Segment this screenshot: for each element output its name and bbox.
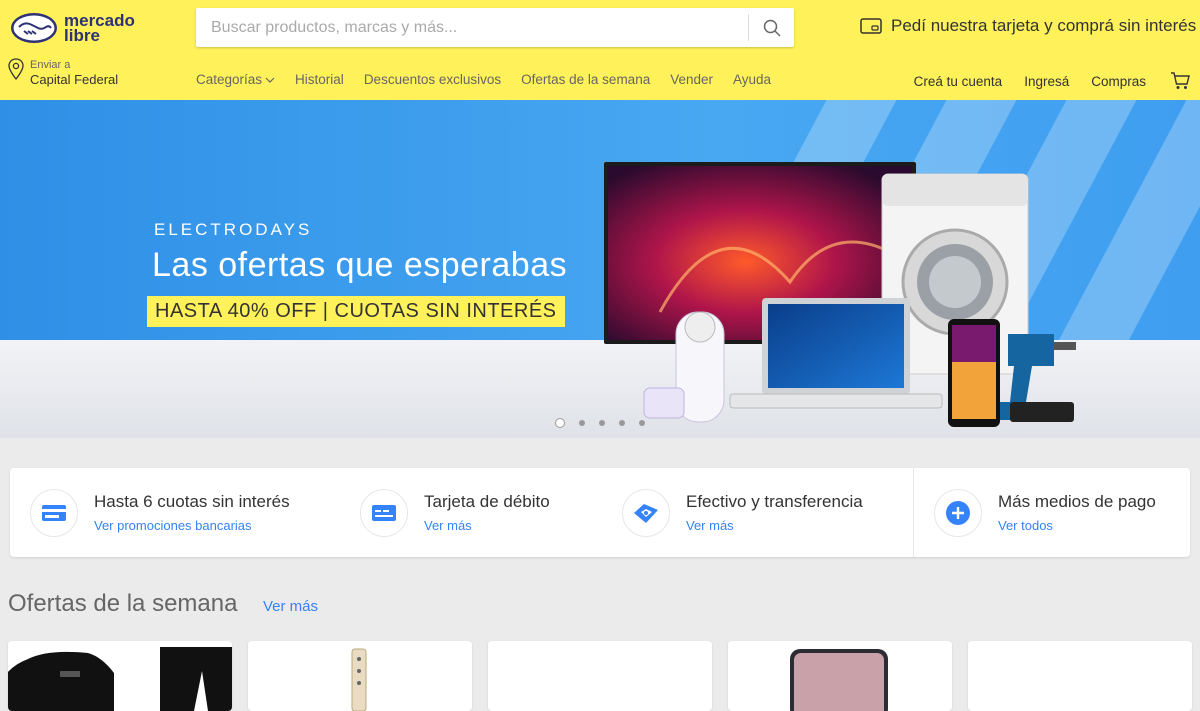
nav-weekly-offers[interactable]: Ofertas de la semana [521,72,650,87]
product-image [8,647,232,711]
product-image [790,649,888,711]
credit-card-icon [30,488,78,537]
location-label: Enviar a [30,59,71,71]
carousel-dots [555,418,659,428]
logo-line2: libre [64,26,100,45]
nav-categories[interactable]: Categorías [196,72,275,87]
product-card[interactable] [8,641,232,711]
shipping-location[interactable]: Enviar a Capital Federal [8,58,118,87]
nav-sell[interactable]: Vender [670,72,713,87]
product-card[interactable] [248,641,472,711]
payment-title: Tarjeta de débito [424,492,550,511]
payment-link[interactable]: Ver más [686,518,863,533]
payment-methods-bar: Hasta 6 cuotas sin interés Ver promocion… [10,468,1190,557]
create-account-link[interactable]: Creá tu cuenta [914,74,1003,89]
banner-title: Las ofertas que esperabas [152,246,568,284]
product-image [351,648,367,711]
nav-history[interactable]: Historial [295,72,344,87]
carousel-dot[interactable] [599,420,605,426]
login-link[interactable]: Ingresá [1024,74,1069,89]
chevron-down-icon [265,77,275,83]
payment-more[interactable]: Más medios de pago Ver todos [934,468,1156,557]
cash-transfer-icon [622,488,670,537]
hero-banner[interactable]: ELECTRODAYS Las ofertas que esperabas HA… [0,100,1200,438]
payment-link[interactable]: Ver promociones bancarias [94,518,290,533]
payment-link[interactable]: Ver más [424,518,550,533]
product-card[interactable] [488,641,712,711]
card-icon [860,18,882,34]
carousel-dot[interactable] [555,418,565,428]
banner-products-image [604,162,1076,427]
search-button[interactable] [748,14,794,41]
mercadolibre-logo[interactable]: mercado libre [10,10,145,46]
debit-card-icon [360,488,408,537]
plus-icon [934,488,982,537]
product-card[interactable] [968,641,1192,711]
offers-section-title: Ofertas de la semana [8,590,238,617]
search-bar [196,8,794,47]
carousel-dot[interactable] [579,420,585,426]
shopping-cart-icon [1171,72,1190,89]
purchases-link[interactable]: Compras [1091,74,1146,89]
payment-title: Más medios de pago [998,492,1156,511]
logo-wordmark: mercado libre [64,12,135,45]
nav-help[interactable]: Ayuda [733,72,771,87]
payment-title: Efectivo y transferencia [686,492,863,511]
card-promo-link[interactable]: Pedí nuestra tarjeta y comprá sin interé… [860,16,1196,36]
payment-title: Hasta 6 cuotas sin interés [94,492,290,511]
product-card[interactable] [728,641,952,711]
handshake-logo-icon [11,13,57,43]
payment-debit[interactable]: Tarjeta de débito Ver más [360,468,550,557]
carousel-dot[interactable] [619,420,625,426]
banner-eyebrow: ELECTRODAYS [154,220,313,239]
account-nav: Creá tu cuenta Ingresá Compras [892,72,1190,90]
header: mercado libre Pedí nuestra tarjeta y com… [0,0,1200,100]
nav-discounts[interactable]: Descuentos exclusivos [364,72,501,87]
location-value: Capital Federal [30,72,119,87]
payment-installments[interactable]: Hasta 6 cuotas sin interés Ver promocion… [30,468,290,557]
carousel-dot[interactable] [639,420,645,426]
payment-cash[interactable]: Efectivo y transferencia Ver más [622,468,863,557]
cart-button[interactable] [1170,72,1190,90]
location-pin-icon [8,58,24,80]
divider [913,468,914,557]
search-icon [763,19,781,37]
search-input[interactable] [196,8,748,47]
banner-tag: HASTA 40% OFF | CUOTAS SIN INTERÉS [147,296,565,327]
offers-see-more-link[interactable]: Ver más [263,598,318,615]
card-promo-text: Pedí nuestra tarjeta y comprá sin interé… [891,16,1197,35]
payment-link[interactable]: Ver todos [998,518,1156,533]
nav-categories-label: Categorías [196,72,263,87]
main-nav: Categorías Historial Descuentos exclusiv… [196,72,791,87]
